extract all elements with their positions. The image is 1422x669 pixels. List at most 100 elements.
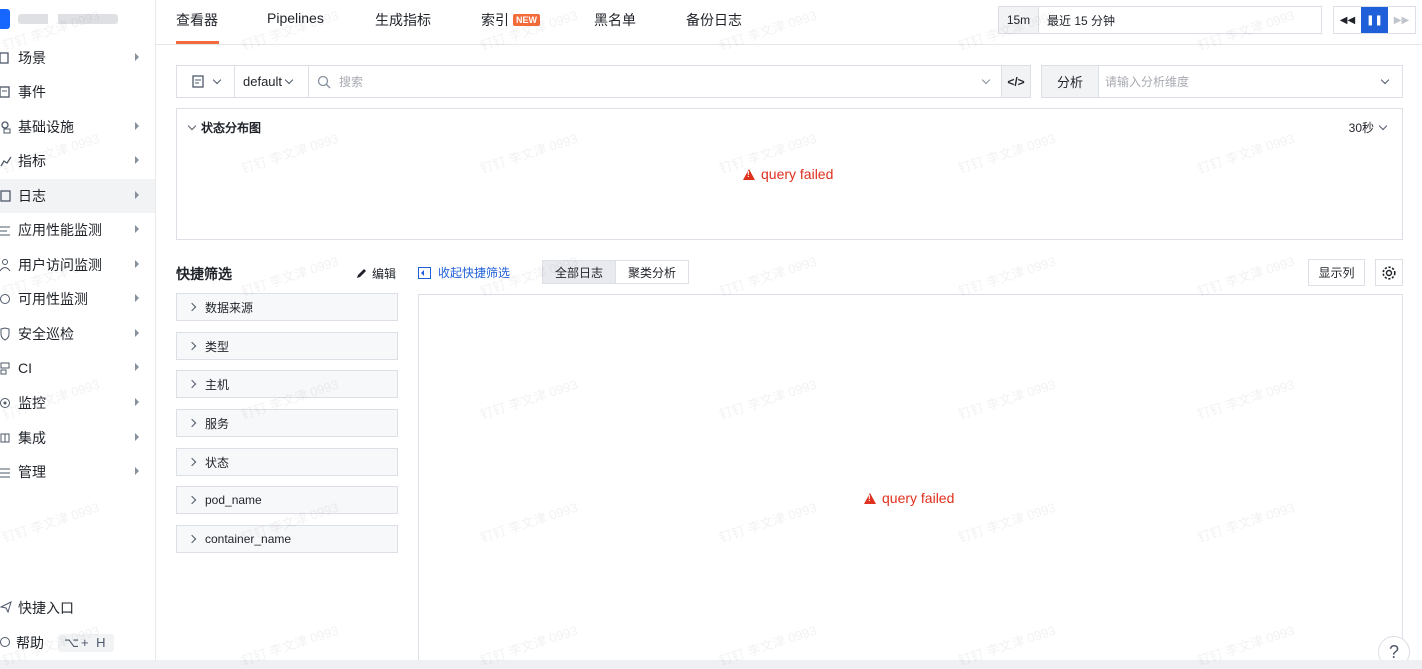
chevron-right-icon <box>187 457 197 467</box>
quick-filter-title: 快捷筛选 <box>176 266 232 282</box>
log-list-error-text: query failed <box>882 490 955 506</box>
search-icon <box>317 75 331 88</box>
help-entry[interactable]: 帮助 ⌥+ H <box>0 628 155 658</box>
tab-viewer[interactable]: 查看器 <box>176 10 218 30</box>
chevron-right-icon <box>135 122 139 130</box>
search-input[interactable]: 搜索 <box>309 66 1002 97</box>
sidebar-item-infrastructure[interactable]: 基础设施 <box>0 110 155 144</box>
chevron-down-icon <box>1378 121 1388 131</box>
fast-forward-button[interactable]: ▶▶ <box>1388 7 1415 33</box>
help-shortcut-key: ⌥+ H <box>58 634 114 652</box>
filter-field-label: 数据来源 <box>205 300 254 315</box>
filter-field[interactable]: 数据来源 <box>176 293 398 321</box>
integration-icon <box>0 431 12 445</box>
filter-field[interactable]: container_name <box>176 525 398 553</box>
sidebar-item-availability[interactable]: 可用性监测 <box>0 282 155 316</box>
metrics-icon <box>0 154 12 168</box>
shortcut-entry[interactable]: 快捷入口 <box>0 593 155 623</box>
sidebar-item-label: 场景 <box>18 50 46 66</box>
sidebar-item-scene[interactable]: 场景 <box>0 41 155 75</box>
log-mode-toggle: 全部日志 聚类分析 <box>542 260 690 284</box>
watermark-text: 钉钉 李文津 0993 <box>717 253 819 300</box>
filter-field[interactable]: 类型 <box>176 332 398 360</box>
interval-value: 30秒 <box>1348 121 1374 135</box>
rewind-button[interactable]: ◀◀ <box>1334 7 1361 33</box>
sidebar-item-integration[interactable]: 集成 <box>0 421 155 455</box>
chevron-right-icon <box>187 418 197 428</box>
sidebar-item-ci[interactable]: CI <box>0 351 155 385</box>
filter-field[interactable]: 状态 <box>176 448 398 476</box>
time-quick-value[interactable]: 15m <box>999 7 1039 33</box>
log-list-error: query failed <box>864 490 954 506</box>
watermark-text: 钉钉 李文津 0993 <box>956 253 1058 300</box>
sidebar-item-rum[interactable]: 用户访问监测 <box>0 248 155 282</box>
chevron-down-icon[interactable] <box>1380 75 1390 85</box>
filter-field[interactable]: pod_name <box>176 486 398 514</box>
tab-index[interactable]: 索引 NEW <box>481 10 540 30</box>
code-icon: </> <box>1007 74 1025 89</box>
help-icon <box>0 635 12 652</box>
distribution-title: 状态分布图 <box>201 121 262 135</box>
logo-text <box>18 14 118 24</box>
distribution-error-text: query failed <box>761 166 834 182</box>
filter-field-label: 服务 <box>205 416 230 431</box>
chevron-right-icon <box>135 260 139 268</box>
sidebar-item-event[interactable]: 事件 <box>0 75 155 109</box>
sidebar-item-label: 基础设施 <box>18 119 74 135</box>
distribution-toggle[interactable]: 状态分布图 <box>187 119 262 136</box>
sidebar-item-label: 监控 <box>18 395 46 411</box>
collapse-panel-icon <box>418 266 431 279</box>
query-bar: default 搜索 </> <box>176 65 1031 98</box>
analysis-dimension-input[interactable]: 请输入分析维度 <box>1099 73 1382 90</box>
sidebar-item-metrics[interactable]: 指标 <box>0 144 155 178</box>
tab-backup-logs[interactable]: 备份日志 <box>686 10 742 30</box>
playback-controls: ◀◀ ❚❚ ▶▶ <box>1333 6 1416 34</box>
sidebar-item-manage[interactable]: 管理 <box>0 455 155 489</box>
settings-button[interactable] <box>1375 259 1403 286</box>
mode-all-logs[interactable]: 全部日志 <box>543 261 617 283</box>
interval-select[interactable]: 30秒 <box>1348 119 1388 136</box>
chevron-down-icon <box>981 75 991 85</box>
collapse-label: 收起快捷筛选 <box>438 266 511 280</box>
show-columns-button[interactable]: 显示列 <box>1308 259 1365 286</box>
scene-icon <box>0 51 12 65</box>
chevron-right-icon <box>135 467 139 475</box>
sidebar-item-label: 应用性能监测 <box>18 222 102 238</box>
code-toggle-button[interactable]: </> <box>1002 66 1030 97</box>
tab-blacklist[interactable]: 黑名单 <box>594 10 636 30</box>
sidebar-item-monitor[interactable]: 监控 <box>0 386 155 420</box>
mode-cluster-analysis[interactable]: 聚类分析 <box>616 261 688 283</box>
active-tab-indicator <box>176 41 219 44</box>
warning-icon <box>743 168 755 180</box>
collapse-quick-filter-link[interactable]: 收起快捷筛选 <box>418 264 510 281</box>
chevron-right-icon <box>135 329 139 337</box>
tab-pipelines[interactable]: Pipelines <box>267 10 324 26</box>
rum-icon <box>0 258 12 272</box>
warning-icon <box>864 492 876 504</box>
chevron-right-icon <box>135 191 139 199</box>
sidebar-item-apm[interactable]: 应用性能监测 <box>0 213 155 247</box>
filter-field-label: pod_name <box>205 493 262 507</box>
sidebar-item-label: 集成 <box>18 430 46 446</box>
log-icon <box>0 189 12 203</box>
chevron-right-icon <box>187 534 197 544</box>
tab-index-label: 索引 <box>481 12 509 28</box>
chevron-down-icon <box>212 75 221 85</box>
index-select[interactable]: default <box>235 66 309 97</box>
sidebar: 场景 事件 基础设施 指标 日志 应用性能监测 用户访问监测 可用性监测 安全巡… <box>0 0 156 660</box>
filter-field-label: 类型 <box>205 339 230 354</box>
brand-logo[interactable] <box>0 8 130 30</box>
edit-label: 编辑 <box>372 267 397 281</box>
quick-filter-edit-button[interactable]: 编辑 <box>356 265 396 282</box>
filter-field[interactable]: 主机 <box>176 370 398 398</box>
query-mode-select[interactable] <box>177 66 235 97</box>
tab-generate-metrics[interactable]: 生成指标 <box>375 10 431 30</box>
filter-field-label: container_name <box>205 532 292 546</box>
monitor-icon <box>0 396 12 410</box>
sidebar-item-security[interactable]: 安全巡检 <box>0 317 155 351</box>
pause-button[interactable]: ❚❚ <box>1361 7 1388 33</box>
sidebar-item-log[interactable]: 日志 <box>0 179 155 213</box>
time-range-picker[interactable]: 15m 最近 15 分钟 <box>998 6 1322 34</box>
filter-field[interactable]: 服务 <box>176 409 398 437</box>
shortcut-label: 快捷入口 <box>18 600 74 616</box>
